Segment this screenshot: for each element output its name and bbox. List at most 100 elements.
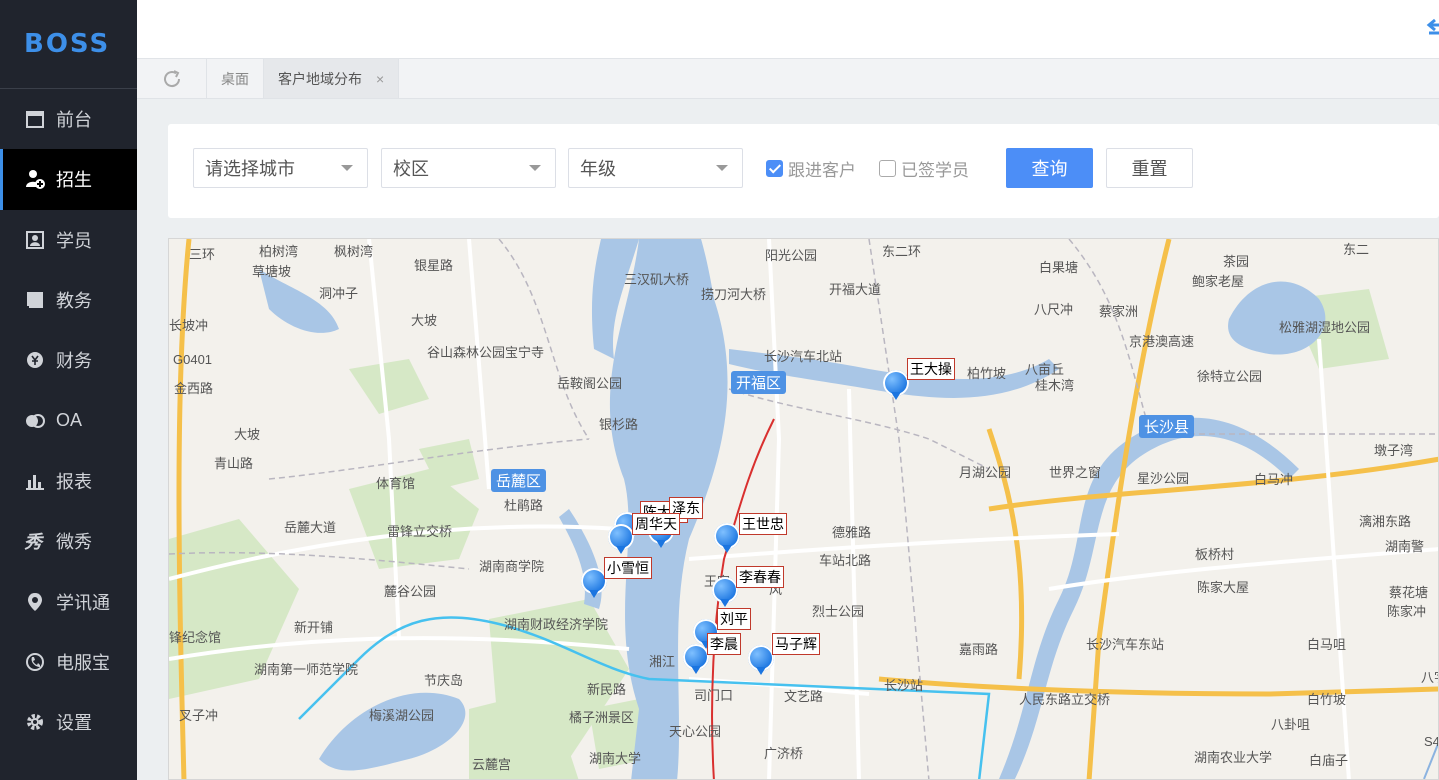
gear-icon bbox=[24, 711, 46, 733]
query-button[interactable]: 查询 bbox=[1006, 148, 1093, 188]
city-select-value: 请选择城市 bbox=[205, 159, 295, 179]
map-pin-icon[interactable] bbox=[683, 644, 709, 674]
map-place-label: 草塘坡 bbox=[252, 264, 292, 279]
follow-customer-label: 跟进客户 bbox=[788, 161, 856, 180]
map-place-label: 开福大道 bbox=[829, 282, 882, 297]
map-place-label: 京港澳高速 bbox=[1129, 334, 1195, 349]
sidebar-item-3[interactable]: 教务 bbox=[0, 270, 137, 330]
map-place-label: G0401 bbox=[173, 352, 213, 367]
map-place-label: 世界之窗 bbox=[1049, 465, 1102, 480]
calendar-icon bbox=[24, 108, 46, 130]
svg-text:秀: 秀 bbox=[24, 532, 45, 551]
map-pin-icon[interactable] bbox=[714, 523, 740, 553]
sidebar-nav: 前台招生学员 教务 财务 OA 报表秀微秀学讯通电服宝设置 bbox=[0, 89, 137, 752]
map-place-label: 东二 bbox=[1343, 242, 1370, 257]
map-place-label: 三汉矶大桥 bbox=[624, 272, 690, 287]
chevron-down-icon bbox=[716, 165, 728, 171]
map-place-label: 司门口 bbox=[694, 688, 734, 703]
map-place-label: 八卦咀 bbox=[1271, 717, 1311, 732]
brand-logo[interactable]: BOSS bbox=[0, 0, 137, 89]
campus-select-value: 校区 bbox=[393, 159, 429, 179]
sidebar-item-6[interactable]: 报表 bbox=[0, 451, 137, 511]
tab-customer-distribution[interactable]: 客户地域分布 × bbox=[264, 59, 400, 98]
map-place-label: 湖南商学院 bbox=[479, 559, 545, 574]
map-place-label: 洞冲子 bbox=[319, 286, 359, 301]
tab-desktop[interactable]: 桌面 bbox=[207, 59, 264, 98]
map-marker-label[interactable]: 王大操 bbox=[907, 358, 955, 380]
map-place-label: 新民路 bbox=[587, 682, 627, 697]
map-marker-label[interactable]: 王世忠 bbox=[739, 513, 787, 535]
map-place-label: 捞刀河大桥 bbox=[701, 287, 767, 302]
grade-select[interactable]: 年级 bbox=[568, 148, 743, 188]
sidebar-item-label: 招生 bbox=[56, 170, 92, 191]
refresh-button[interactable] bbox=[137, 59, 207, 98]
map-place-label: 锋纪念馆 bbox=[169, 630, 222, 645]
campus-select[interactable]: 校区 bbox=[381, 148, 556, 188]
map-marker-label[interactable]: 李春春 bbox=[736, 566, 784, 588]
map-place-label: S4 bbox=[1424, 734, 1439, 749]
map-pin-icon[interactable] bbox=[883, 370, 909, 400]
map-place-label: 湖南警 bbox=[1385, 539, 1425, 554]
map-marker-label[interactable]: 周华天 bbox=[632, 513, 680, 535]
map-place-label: 湘江 bbox=[649, 654, 676, 669]
map-pin-icon[interactable] bbox=[748, 645, 774, 675]
map-place-label: 大坡 bbox=[411, 313, 438, 328]
sidebar-item-label: 设置 bbox=[56, 713, 92, 734]
xiu-icon: 秀 bbox=[24, 530, 46, 552]
map-place-label: 杜鹃路 bbox=[504, 498, 544, 513]
sidebar-item-2[interactable]: 学员 bbox=[0, 210, 137, 270]
refresh-icon bbox=[163, 69, 180, 87]
map-place-label: 梅溪湖公园 bbox=[369, 708, 435, 723]
logout-icon[interactable] bbox=[1425, 16, 1439, 40]
chevron-down-icon bbox=[341, 165, 353, 171]
map-place-label: 岳鞍阁公园 bbox=[557, 376, 623, 391]
map-place-label: 陈家大屋 bbox=[1197, 580, 1250, 595]
sidebar-item-4[interactable]: 财务 bbox=[0, 330, 137, 390]
sidebar-item-1[interactable]: 招生 bbox=[0, 149, 137, 210]
map-place-label: 湖南大学 bbox=[589, 751, 642, 766]
map-place-label: 天心公园 bbox=[669, 724, 722, 739]
map-place-label: 湖南第一师范学院 bbox=[254, 662, 359, 677]
map-place-label: 阳光公园 bbox=[765, 248, 818, 263]
reset-button[interactable]: 重置 bbox=[1106, 148, 1193, 188]
map-place-label: 白庙子 bbox=[1309, 753, 1349, 768]
map-place-label: 白竹坡 bbox=[1307, 692, 1347, 707]
signed-student-checkbox[interactable]: 已签学员 bbox=[879, 156, 969, 181]
sidebar-item-label: 学讯通 bbox=[56, 592, 110, 613]
map-place-label: 人民东路立交桥 bbox=[1019, 692, 1111, 707]
map-marker-label[interactable]: 李晨 bbox=[707, 633, 741, 655]
sidebar-item-7[interactable]: 秀微秀 bbox=[0, 511, 137, 571]
map-pin-icon[interactable] bbox=[608, 524, 634, 554]
map-place-label: 雷锋立交桥 bbox=[387, 524, 453, 539]
chat-bubbles-icon bbox=[24, 410, 46, 432]
map-place-label: 长坡冲 bbox=[169, 318, 209, 333]
map-place-label: 柏竹坡 bbox=[967, 366, 1007, 381]
map-marker-label[interactable]: 马子辉 bbox=[772, 633, 820, 655]
sidebar-item-0[interactable]: 前台 bbox=[0, 89, 137, 149]
sidebar-item-8[interactable]: 学讯通 bbox=[0, 571, 137, 631]
city-select[interactable]: 请选择城市 bbox=[193, 148, 368, 188]
sidebar-item-9[interactable]: 电服宝 bbox=[0, 632, 137, 692]
map-district-badge: 开福区 bbox=[731, 371, 787, 394]
map-marker-label[interactable]: 小雪恒 bbox=[604, 557, 652, 579]
map-place-label: 星沙公园 bbox=[1137, 471, 1190, 486]
grade-select-value: 年级 bbox=[580, 159, 616, 179]
map-pin-icon[interactable] bbox=[712, 577, 738, 607]
add-user-icon bbox=[24, 168, 46, 190]
checkbox-empty-icon bbox=[879, 160, 896, 177]
map-place-label: 湖南农业大学 bbox=[1194, 750, 1273, 765]
customer-map[interactable]: 银星路 草塘坡 枫树湾 柏树湾 洞冲子 大坡 谷山森林公园宝宁寺 岳鞍阁公园 G0401 金西路长… bbox=[168, 238, 1439, 780]
map-place-label: 枫树湾 bbox=[334, 244, 374, 259]
tab-close-icon[interactable]: × bbox=[376, 71, 384, 87]
map-place-label: 长沙汽车北站 bbox=[764, 349, 843, 364]
map-place-label: 长沙站 bbox=[884, 678, 924, 693]
map-place-label: 橘子洲景区 bbox=[569, 710, 635, 725]
student-card-icon bbox=[24, 229, 46, 251]
sidebar-item-10[interactable]: 设置 bbox=[0, 692, 137, 752]
follow-customer-checkbox[interactable]: 跟进客户 bbox=[766, 156, 856, 181]
sidebar-item-5[interactable]: OA bbox=[0, 390, 137, 450]
map-place-label: 漓湘东路 bbox=[1359, 514, 1412, 529]
map-marker-label[interactable]: 刘平 bbox=[717, 608, 751, 630]
map-place-label: 墩子湾 bbox=[1374, 443, 1414, 458]
map-place-label: 德雅路 bbox=[832, 525, 872, 540]
